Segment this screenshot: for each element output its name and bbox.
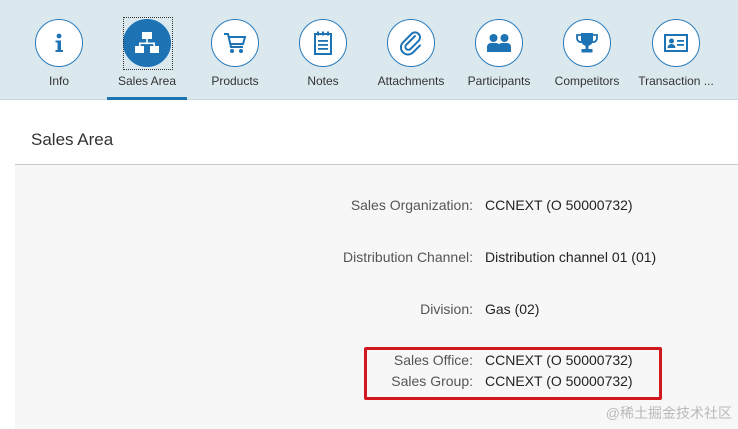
tab-info[interactable]: Info [34, 0, 84, 100]
sales-organization-value: CCNEXT (O 50000732) [485, 197, 633, 213]
tab-transaction[interactable]: Transaction ... [634, 0, 718, 100]
tab-transaction-label: Transaction ... [638, 74, 714, 88]
tab-participants-label: Participants [467, 74, 531, 88]
tab-attachments-label: Attachments [377, 74, 445, 88]
sales-organization-label: Sales Organization: [350, 197, 473, 213]
tab-attachments[interactable]: Attachments [376, 0, 446, 100]
tab-competitors[interactable]: Competitors [553, 0, 621, 100]
red-highlight-box [364, 347, 662, 400]
tab-notes-button[interactable] [299, 19, 347, 67]
trophy-icon [576, 33, 598, 53]
contact-card-icon [664, 34, 688, 52]
division-label: Division: [420, 301, 473, 317]
tab-info-button[interactable] [35, 19, 83, 67]
distribution-channel-value: Distribution channel 01 (01) [485, 249, 657, 265]
tab-participants[interactable]: Participants [466, 0, 532, 100]
keyboard-focus-outline [123, 17, 173, 70]
notepad-icon [314, 31, 332, 55]
tab-products-button[interactable] [211, 19, 259, 67]
tab-info-label: Info [48, 74, 69, 88]
tab-notes-label: Notes [307, 74, 339, 88]
paperclip-icon [399, 31, 421, 56]
cart-icon [224, 33, 247, 53]
tab-bar: Info Sales Area Products Notes Attachmen… [0, 0, 738, 100]
tab-notes[interactable]: Notes [298, 0, 348, 100]
tab-competitors-button[interactable] [563, 19, 611, 67]
tab-products-label: Products [211, 74, 259, 88]
distribution-channel-label: Distribution Channel: [343, 249, 473, 265]
tab-sales-area-label: Sales Area [117, 74, 177, 88]
tab-products[interactable]: Products [205, 0, 265, 100]
division-value: Gas (02) [485, 301, 540, 317]
section-title: Sales Area [31, 130, 114, 149]
tab-attachments-button[interactable] [387, 19, 435, 67]
tab-competitors-label: Competitors [554, 74, 620, 88]
watermark: @稀土掘金技术社区 [605, 405, 732, 421]
people-icon [487, 34, 511, 52]
tab-transaction-button[interactable] [652, 19, 700, 67]
tab-participants-button[interactable] [475, 19, 523, 67]
selected-tab-indicator [107, 97, 187, 100]
info-icon [55, 33, 63, 52]
